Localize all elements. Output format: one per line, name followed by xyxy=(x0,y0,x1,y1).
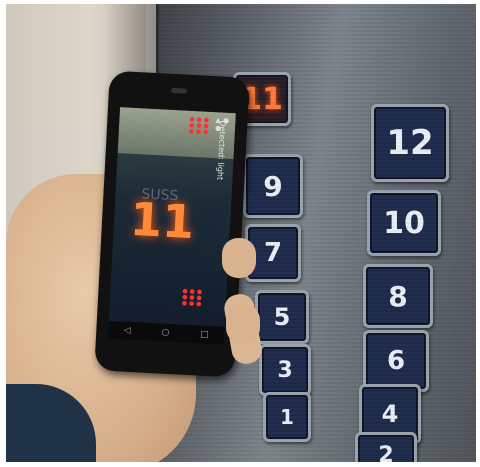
finger xyxy=(222,238,256,278)
floor-button-3[interactable]: 3 xyxy=(259,344,311,396)
floor-button-8[interactable]: 8 xyxy=(363,264,433,328)
floor-button-10[interactable]: 10 xyxy=(367,190,441,256)
floor-button-6[interactable]: 6 xyxy=(363,330,429,392)
floor-button-9[interactable]: 9 xyxy=(243,154,303,218)
phone-screen: ▲ ● ● Detected: light ● ● ● ● ● ● ● ● ● SU… xyxy=(107,107,236,345)
floor-button-12[interactable]: 12 xyxy=(371,104,449,182)
photo-frame: 11 12 9 10 7 8 5 6 3 4 1 2 ▲ ● ● Detecte… xyxy=(6,4,476,462)
ar-marker-dots-bottom: ● ● ● ● ● ● ● ● ● xyxy=(181,287,203,308)
front-camera xyxy=(170,87,188,94)
ar-marker-dots-top: ● ● ● ● ● ● ● ● ● xyxy=(188,115,210,136)
android-nav-bar: ◁ ○ □ xyxy=(107,320,225,345)
finger xyxy=(226,304,260,344)
floor-button-5[interactable]: 5 xyxy=(255,290,309,344)
recents-icon[interactable]: □ xyxy=(200,330,209,340)
floor-button-2[interactable]: 2 xyxy=(355,432,417,462)
home-icon[interactable]: ○ xyxy=(161,328,169,338)
floor-button-4[interactable]: 4 xyxy=(359,384,421,444)
screen-floor-number: 11 xyxy=(128,191,196,250)
back-icon[interactable]: ◁ xyxy=(124,326,131,336)
floor-button-1[interactable]: 1 xyxy=(263,392,311,442)
